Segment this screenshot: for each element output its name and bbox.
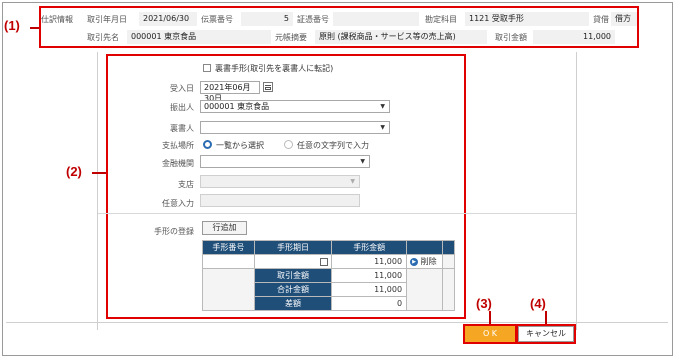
voucher-value: 5 xyxy=(241,12,293,26)
summary-label: 元帳摘要 xyxy=(275,32,307,42)
drawer-label: 振出人 xyxy=(170,103,194,112)
endorser-select[interactable]: ▼ xyxy=(200,121,390,134)
summary-row: 取引金額 11,000 xyxy=(202,268,455,311)
radio-free[interactable] xyxy=(284,140,293,149)
annotation-3-connector xyxy=(489,311,491,324)
radio-list-selected[interactable] xyxy=(203,140,212,149)
endorse-label: 裏書手形(取引先を裏書人に転記) xyxy=(215,64,334,73)
summary-label: 取引金額 xyxy=(253,268,333,283)
endorse-checkbox[interactable] xyxy=(203,64,211,72)
add-row-button[interactable]: 行追加 xyxy=(202,221,247,235)
footer-divider xyxy=(6,322,668,323)
date-label: 取引年月日 xyxy=(87,14,127,24)
chevron-down-icon: ▼ xyxy=(350,178,355,185)
cert-value xyxy=(333,12,419,26)
radio-free-label: 任意の文字列で入力 xyxy=(297,141,369,150)
annotation-4-box xyxy=(516,324,576,344)
receive-date-input[interactable]: 2021年06月30日 xyxy=(200,81,260,103)
annotation-3: (3) xyxy=(476,296,492,311)
branch-label: 支店 xyxy=(178,180,194,189)
calendar-icon[interactable] xyxy=(320,257,329,266)
summary-value: 11,000 xyxy=(331,268,408,283)
annotation-4: (4) xyxy=(530,296,546,311)
account-label: 勘定科目 xyxy=(425,14,457,24)
voucher-label: 伝票番号 xyxy=(201,14,233,24)
note-number-cell[interactable] xyxy=(202,254,255,269)
delete-icon: ▶ xyxy=(410,257,419,266)
calendar-icon[interactable] xyxy=(263,82,273,92)
divider xyxy=(98,213,576,214)
endorser-label: 裏書人 xyxy=(170,124,194,133)
bank-label: 金融機関 xyxy=(162,159,194,168)
drawer-select[interactable]: 000001 東京食品 ▼ xyxy=(200,100,390,113)
date-value: 2021/06/30 xyxy=(139,12,197,26)
receive-date-label: 受入日 xyxy=(170,84,194,93)
partner-value: 000001 東京食品 xyxy=(127,30,271,44)
branch-select[interactable]: ▼ xyxy=(200,175,360,188)
chevron-down-icon: ▼ xyxy=(380,103,385,110)
section-label: 仕訳情報 xyxy=(41,14,73,24)
summary-label: 合計金額 xyxy=(253,282,333,297)
summary-value: 原則 (課税商品・サービス等の売上高) xyxy=(315,30,487,44)
summary-value: 0 xyxy=(331,296,408,311)
side-label: 貸借 xyxy=(593,14,609,24)
col-header-due: 手形期日 xyxy=(253,240,333,255)
chevron-down-icon: ▼ xyxy=(360,158,365,165)
free-input-label: 任意入力 xyxy=(162,199,194,208)
free-input[interactable] xyxy=(200,194,360,207)
register-label: 手形の登録 xyxy=(154,227,194,236)
journal-info-header: 仕訳情報 取引年月日 2021/06/30 伝票番号 5 証憑番号 勘定科目 1… xyxy=(41,8,637,46)
annotation-2-connector xyxy=(92,172,106,174)
col-header-amount: 手形金額 xyxy=(331,240,408,255)
annotation-3-box xyxy=(463,324,517,344)
annotation-2: (2) xyxy=(66,164,82,179)
cert-label: 証憑番号 xyxy=(297,14,329,24)
note-amount-cell[interactable]: 11,000 xyxy=(331,254,408,269)
table-row: 11,000 ▶ 削除 xyxy=(202,254,455,269)
radio-list-label: 一覧から選択 xyxy=(216,141,264,150)
annotation-4-connector xyxy=(545,311,547,324)
notes-table: 手形番号 手形期日 手形金額 11,000 ▶ 削除 取引金額 11,000 合… xyxy=(202,240,455,311)
note-due-cell[interactable] xyxy=(253,254,333,269)
account-value: 1121 受取手形 xyxy=(465,12,589,26)
bank-select[interactable]: ▼ xyxy=(200,155,370,168)
col-header-number: 手形番号 xyxy=(202,240,255,255)
delete-row-button[interactable]: ▶ 削除 xyxy=(406,254,444,269)
partner-label: 取引先名 xyxy=(87,32,119,42)
chevron-down-icon: ▼ xyxy=(380,124,385,131)
summary-value: 11,000 xyxy=(331,282,408,297)
amount-value: 11,000 xyxy=(533,30,615,44)
side-value: 借方 xyxy=(611,12,637,26)
amount-label: 取引金額 xyxy=(495,32,527,42)
pay-place-label: 支払場所 xyxy=(162,141,194,150)
annotation-1: (1) xyxy=(4,18,20,33)
summary-label: 差額 xyxy=(253,296,333,311)
